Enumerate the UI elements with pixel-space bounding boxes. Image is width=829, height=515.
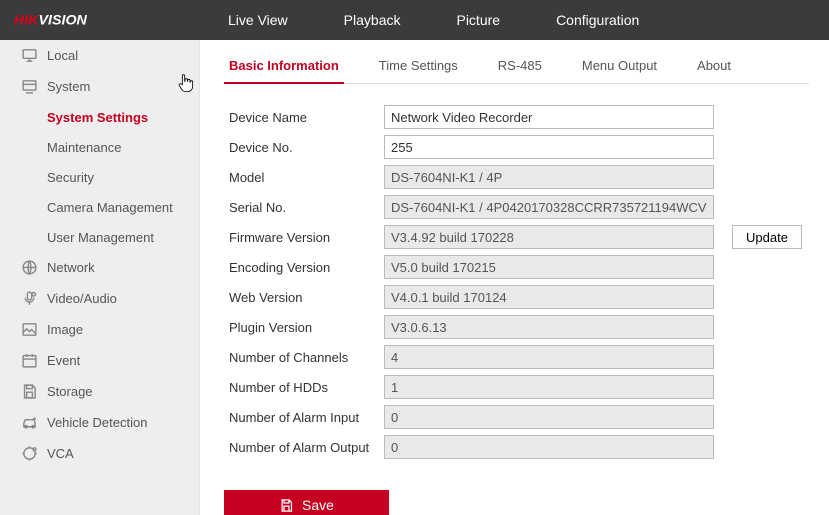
label-number-of-alarm-output: Number of Alarm Output	[224, 432, 379, 462]
sidebar-label: Video/Audio	[47, 291, 117, 306]
vca-icon	[20, 445, 38, 463]
label-number-of-hdds: Number of HDDs	[224, 372, 379, 402]
sidebar-sub-security[interactable]: Security	[0, 162, 199, 192]
input-number-of-hdds	[384, 375, 714, 399]
label-number-of-channels: Number of Channels	[224, 342, 379, 372]
tab-basic-information[interactable]: Basic Information	[224, 58, 344, 84]
save-icon	[20, 383, 38, 401]
input-web-version	[384, 285, 714, 309]
content: Basic Information Time Settings RS-485 M…	[200, 40, 829, 515]
nav-playback[interactable]: Playback	[316, 0, 429, 40]
input-device-name[interactable]	[384, 105, 714, 129]
sidebar-sub-maintenance[interactable]: Maintenance	[0, 132, 199, 162]
system-icon	[20, 78, 38, 96]
input-number-of-channels	[384, 345, 714, 369]
sidebar-item-event[interactable]: Event	[0, 345, 199, 376]
save-label: Save	[302, 497, 334, 513]
label-number-of-alarm-input: Number of Alarm Input	[224, 402, 379, 432]
nav-picture[interactable]: Picture	[428, 0, 528, 40]
sidebar-label: Storage	[47, 384, 93, 399]
sidebar-item-image[interactable]: Image	[0, 314, 199, 345]
nav-live-view[interactable]: Live View	[200, 0, 316, 40]
input-device-no[interactable]	[384, 135, 714, 159]
sidebar-sub-system-settings[interactable]: System Settings	[0, 102, 199, 132]
input-serial-no	[384, 195, 714, 219]
input-number-of-alarm-input	[384, 405, 714, 429]
calendar-icon	[20, 352, 38, 370]
top-nav: Live View Playback Picture Configuration	[200, 0, 667, 40]
sidebar-label: Local	[47, 48, 78, 63]
save-button[interactable]: Save	[224, 490, 389, 515]
input-firmware-version	[384, 225, 714, 249]
sidebar-sub-user-management[interactable]: User Management	[0, 222, 199, 252]
tabs: Basic Information Time Settings RS-485 M…	[224, 58, 809, 84]
input-plugin-version	[384, 315, 714, 339]
label-device-no: Device No.	[224, 132, 379, 162]
sidebar-item-local[interactable]: Local	[0, 40, 199, 71]
topbar: HIKVISION Live View Playback Picture Con…	[0, 0, 829, 40]
logo: HIKVISION	[0, 11, 200, 29]
sidebar-item-storage[interactable]: Storage	[0, 376, 199, 407]
settings-form: Device Name Device No. Model Serial No.	[224, 102, 807, 462]
input-model	[384, 165, 714, 189]
monitor-icon	[20, 47, 38, 65]
sidebar-item-vehicle-detection[interactable]: Vehicle Detection	[0, 407, 199, 438]
update-button[interactable]: Update	[732, 225, 802, 249]
label-plugin-version: Plugin Version	[224, 312, 379, 342]
sidebar-sub-camera-management[interactable]: Camera Management	[0, 192, 199, 222]
sidebar: Local System System Settings Maintenance…	[0, 40, 200, 515]
sidebar-label: Vehicle Detection	[47, 415, 147, 430]
label-serial-no: Serial No.	[224, 192, 379, 222]
label-firmware-version: Firmware Version	[224, 222, 379, 252]
tab-rs485[interactable]: RS-485	[493, 58, 547, 84]
label-web-version: Web Version	[224, 282, 379, 312]
label-model: Model	[224, 162, 379, 192]
nav-configuration[interactable]: Configuration	[528, 0, 667, 40]
sidebar-item-vca[interactable]: VCA	[0, 438, 199, 469]
svg-text:HIKVISION: HIKVISION	[14, 13, 88, 29]
label-device-name: Device Name	[224, 102, 379, 132]
sidebar-item-video-audio[interactable]: Video/Audio	[0, 283, 199, 314]
tab-about[interactable]: About	[692, 58, 736, 84]
sidebar-label: VCA	[47, 446, 74, 461]
label-encoding-version: Encoding Version	[224, 252, 379, 282]
save-icon	[279, 498, 294, 513]
car-icon	[20, 414, 38, 432]
sidebar-label: Image	[47, 322, 83, 337]
sidebar-label: Network	[47, 260, 95, 275]
sidebar-item-network[interactable]: Network	[0, 252, 199, 283]
tab-menu-output[interactable]: Menu Output	[577, 58, 662, 84]
image-icon	[20, 321, 38, 339]
mic-icon	[20, 290, 38, 308]
input-encoding-version	[384, 255, 714, 279]
globe-icon	[20, 259, 38, 277]
sidebar-label: System	[47, 79, 90, 94]
input-number-of-alarm-output	[384, 435, 714, 459]
sidebar-item-system[interactable]: System	[0, 71, 199, 102]
tab-time-settings[interactable]: Time Settings	[374, 58, 463, 84]
sidebar-label: Event	[47, 353, 80, 368]
